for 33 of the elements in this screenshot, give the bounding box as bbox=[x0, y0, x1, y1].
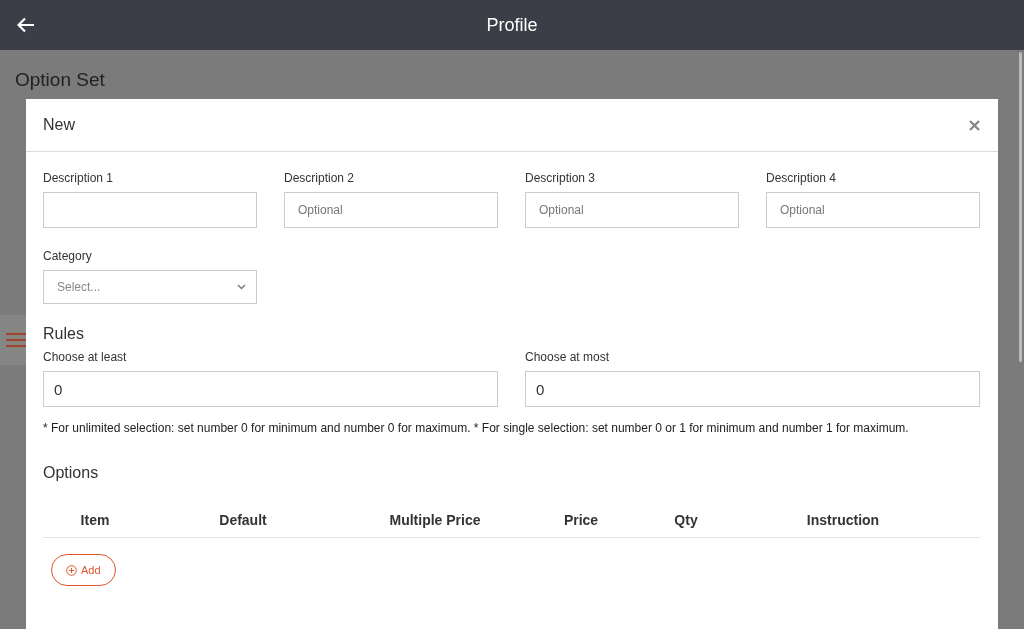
modal-title: New bbox=[43, 116, 75, 134]
column-header: Instruction bbox=[806, 511, 880, 528]
column-header: Price bbox=[563, 511, 599, 528]
field-label: Description 1 bbox=[43, 171, 114, 185]
field-label: Choose at least bbox=[43, 350, 127, 364]
chevron-down-icon bbox=[237, 284, 246, 290]
category-select[interactable]: Select... bbox=[43, 270, 257, 304]
column-header: Multiple Price bbox=[389, 511, 481, 528]
description-field[interactable]: Optional bbox=[284, 192, 498, 228]
field-label: Description 4 bbox=[766, 171, 837, 185]
minimum-field[interactable]: 0 bbox=[43, 371, 498, 407]
back-arrow-icon[interactable] bbox=[17, 17, 35, 33]
section-heading: Rules bbox=[43, 325, 85, 343]
description-field[interactable]: Optional bbox=[766, 192, 980, 228]
column-header: Item bbox=[80, 511, 110, 528]
description-field[interactable] bbox=[43, 192, 257, 228]
menu-icon[interactable] bbox=[6, 332, 26, 348]
rules-note: * For unlimited selection: set number 0 for minimum and number 0 for maximum. * For single selection: set number 0 or 1 for minimum and number 1 for maximum. bbox=[43, 421, 910, 435]
column-header: Default bbox=[219, 511, 267, 528]
description-field[interactable]: Optional bbox=[525, 192, 739, 228]
field-label: Description 3 bbox=[525, 171, 596, 185]
add-button[interactable]: Add bbox=[51, 554, 116, 586]
close-icon[interactable] bbox=[969, 119, 980, 131]
column-header: Qty bbox=[674, 511, 698, 528]
section-heading: Options bbox=[43, 464, 100, 482]
plus-circle-icon bbox=[66, 564, 77, 576]
field-label: Choose at most bbox=[525, 350, 610, 364]
field-label: Description 2 bbox=[284, 171, 355, 185]
scrollbar[interactable] bbox=[1019, 52, 1022, 362]
field-label: Category bbox=[43, 249, 92, 263]
page-title: Option Set bbox=[15, 69, 106, 92]
maximum-field[interactable]: 0 bbox=[525, 371, 980, 407]
app-bar-title: Profile bbox=[486, 14, 538, 36]
